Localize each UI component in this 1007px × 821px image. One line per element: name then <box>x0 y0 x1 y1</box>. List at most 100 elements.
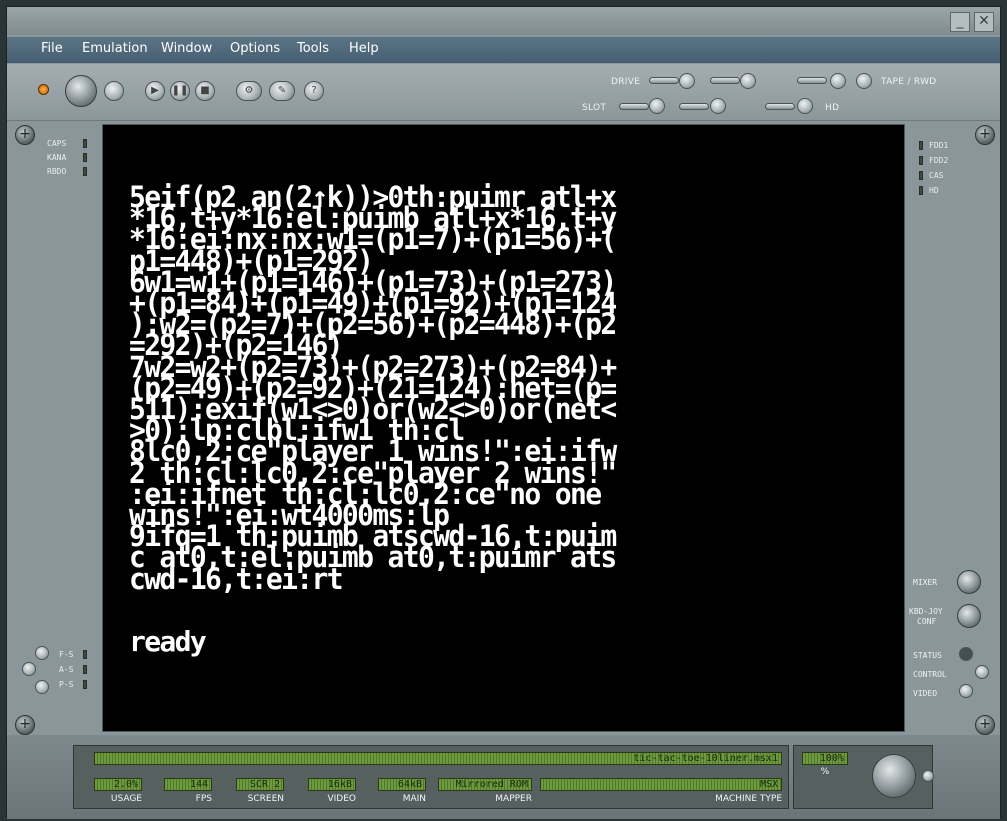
fs-led <box>83 650 87 659</box>
hd-button[interactable] <box>797 98 813 114</box>
control-label: CONTROL <box>913 670 947 679</box>
tape-button[interactable] <box>830 73 846 89</box>
rbdo-indicator: RBDO <box>47 166 89 178</box>
video-button[interactable] <box>959 684 973 698</box>
drive-label: DRIVE <box>611 77 641 87</box>
reset-button[interactable] <box>104 81 124 101</box>
mapper-display: Mirrored ROM <box>438 778 532 791</box>
fs-button[interactable] <box>35 646 49 660</box>
menu-file[interactable]: File <box>41 41 63 56</box>
fdd2-indicator: FDD2 <box>919 155 969 167</box>
ps-button[interactable] <box>35 680 49 694</box>
emulator-window: _ ✕ File Emulation Window Options Tools … <box>6 6 1001 819</box>
play-button[interactable]: ▶ <box>145 81 165 101</box>
hd-led <box>919 186 923 195</box>
speed-knob[interactable] <box>872 754 916 798</box>
fdd2-led <box>919 156 923 165</box>
menu-tools[interactable]: Tools <box>297 41 329 56</box>
mapper-caption: MAPPER <box>495 794 532 804</box>
rbdo-led <box>83 167 87 176</box>
stop-button[interactable]: ■ <box>195 81 215 101</box>
right-panel: + + FDD1 FDD2 CAS HD MIXER KBD-JOY CONF … <box>905 121 1000 738</box>
power-knob[interactable] <box>65 75 97 107</box>
tape-label: TAPE / RWD <box>881 77 937 87</box>
caps-indicator: CAPS <box>47 138 89 150</box>
cas-led <box>919 171 923 180</box>
conf-label: CONF <box>917 617 937 626</box>
menu-bar: File Emulation Window Options Tools Help <box>7 37 1000 63</box>
slot-1[interactable] <box>619 103 649 110</box>
emulator-screen[interactable]: 5eif(p2 an(2↑k))>0th:puimr atl+x *16,t+y… <box>102 124 905 732</box>
screen-mode-display: SCR 2 <box>236 778 284 791</box>
video-ram-caption: VIDEO <box>327 794 356 804</box>
menu-window[interactable]: Window <box>161 41 212 56</box>
kbd-joy-label: KBD-JOY <box>909 607 943 616</box>
status-panel: tic-tac-toe-10liner.msx1 2.0% USAGE 144 … <box>73 745 789 809</box>
hd-label: HD <box>825 103 840 113</box>
kbd-joy-knob[interactable] <box>957 604 981 628</box>
menu-help[interactable]: Help <box>349 41 379 56</box>
screw-icon: + <box>15 715 35 735</box>
machine-type-display: MSX <box>540 778 782 791</box>
speed-display: 100% <box>802 752 848 765</box>
hd-indicator: HD <box>919 185 969 197</box>
pause-button[interactable]: ❚❚ <box>170 81 190 101</box>
speed-panel: 100% % <box>793 745 934 809</box>
filename-display: tic-tac-toe-10liner.msx1 <box>94 752 782 765</box>
speed-unit: % <box>820 767 830 777</box>
main-ram-caption: MAIN <box>402 794 426 804</box>
drive-b-slot[interactable] <box>710 77 740 84</box>
tape-slot[interactable] <box>797 77 827 84</box>
screen-mode-caption: SCREEN <box>247 794 284 804</box>
usage-caption: USAGE <box>110 794 142 804</box>
slot-2-button[interactable] <box>710 98 726 114</box>
slot-label: SLOT <box>582 103 607 113</box>
as-button[interactable] <box>22 662 36 676</box>
as-indicator: A-S <box>59 664 91 676</box>
screw-icon: + <box>15 125 35 145</box>
title-bar: _ ✕ <box>7 7 1000 35</box>
ps-indicator: P-S <box>59 679 91 691</box>
drive-b-button[interactable] <box>740 73 756 89</box>
fdd1-led <box>919 141 923 150</box>
menu-emulation[interactable]: Emulation <box>82 41 148 56</box>
left-panel: + + CAPS KANA RBDO F-S A-S P-S <box>7 121 102 738</box>
status-button[interactable] <box>959 647 973 661</box>
tools-button[interactable]: ✎ <box>269 81 295 101</box>
power-led-icon <box>38 84 49 95</box>
drive-a-button[interactable] <box>679 73 695 89</box>
toolbar: ▶ ❚❚ ■ ⚙ ✎ ? DRIVE SLOT TAPE / RWD HD <box>7 64 1000 121</box>
fs-indicator: F-S <box>59 649 91 661</box>
rewind-button[interactable] <box>856 73 872 89</box>
drive-a-slot[interactable] <box>649 77 679 84</box>
slot-2[interactable] <box>679 103 709 110</box>
slot-1-button[interactable] <box>649 98 665 114</box>
close-button[interactable]: ✕ <box>974 12 994 32</box>
video-label: VIDEO <box>913 689 938 698</box>
control-button[interactable] <box>975 665 989 679</box>
settings-button[interactable]: ⚙ <box>236 81 262 101</box>
hd-slot[interactable] <box>765 103 795 110</box>
help-button[interactable]: ? <box>304 81 324 101</box>
mixer-knob[interactable] <box>957 570 981 594</box>
ps-led <box>83 680 87 689</box>
basic-listing: 5eif(p2 an(2↑k))>0th:puimr atl+x *16,t+y… <box>129 182 617 593</box>
usage-display: 2.0% <box>94 778 142 791</box>
menu-options[interactable]: Options <box>230 41 280 56</box>
screw-icon: + <box>975 715 995 735</box>
video-ram-display: 16kB <box>308 778 356 791</box>
kana-led <box>83 153 87 162</box>
fps-display: 144 <box>164 778 212 791</box>
main-ram-display: 64kB <box>378 778 426 791</box>
ready-prompt: ready <box>129 625 207 658</box>
as-led <box>83 665 87 674</box>
minimize-button[interactable]: _ <box>950 12 970 32</box>
machine-type-caption: MACHINE TYPE <box>715 794 782 804</box>
fps-caption: FPS <box>195 794 212 804</box>
caps-led <box>83 139 87 148</box>
screw-icon: + <box>975 125 995 145</box>
fdd1-indicator: FDD1 <box>919 140 969 152</box>
kana-indicator: KANA <box>47 152 89 164</box>
speed-reset-button[interactable] <box>922 770 934 782</box>
mixer-label: MIXER <box>913 578 938 587</box>
